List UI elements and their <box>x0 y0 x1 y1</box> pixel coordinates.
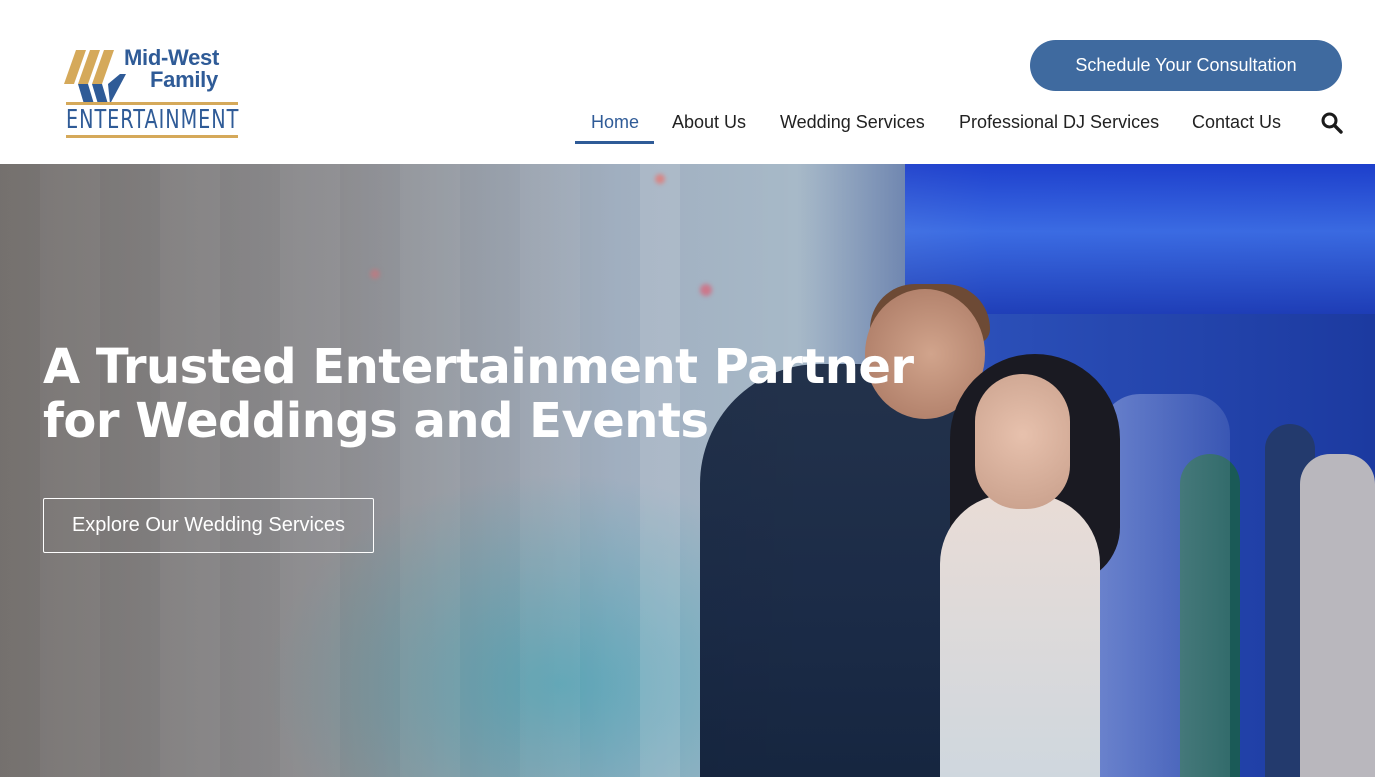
hero-title-line1: A Trusted Entertainment Partner <box>43 339 914 395</box>
hero-title-line2: for Weddings and Events <box>43 393 709 449</box>
logo-mark-icon <box>64 50 126 104</box>
schedule-consultation-button[interactable]: Schedule Your Consultation <box>1030 40 1342 91</box>
site-header: Mid-West Family ENTERTAINMENT Schedule Y… <box>0 0 1375 164</box>
hero-section: A Trusted Entertainment Partner for Wedd… <box>0 164 1375 777</box>
site-logo[interactable]: Mid-West Family ENTERTAINMENT <box>64 46 242 142</box>
nav-item-contact-us[interactable]: Contact Us <box>1192 104 1281 144</box>
nav-item-about-us[interactable]: About Us <box>672 104 746 144</box>
explore-wedding-services-button[interactable]: Explore Our Wedding Services <box>43 498 374 553</box>
hero-title: A Trusted Entertainment Partner for Wedd… <box>43 339 914 449</box>
logo-text-line1: Mid-West <box>124 45 219 70</box>
logo-rule-bottom <box>66 135 238 138</box>
nav-item-professional-dj-services[interactable]: Professional DJ Services <box>959 104 1159 144</box>
search-icon[interactable] <box>1320 111 1344 135</box>
logo-text-entertainment: ENTERTAINMENT <box>66 105 240 135</box>
nav-item-home[interactable]: Home <box>574 104 655 144</box>
nav-item-wedding-services[interactable]: Wedding Services <box>780 104 925 144</box>
logo-text-line2: Family <box>150 67 218 92</box>
